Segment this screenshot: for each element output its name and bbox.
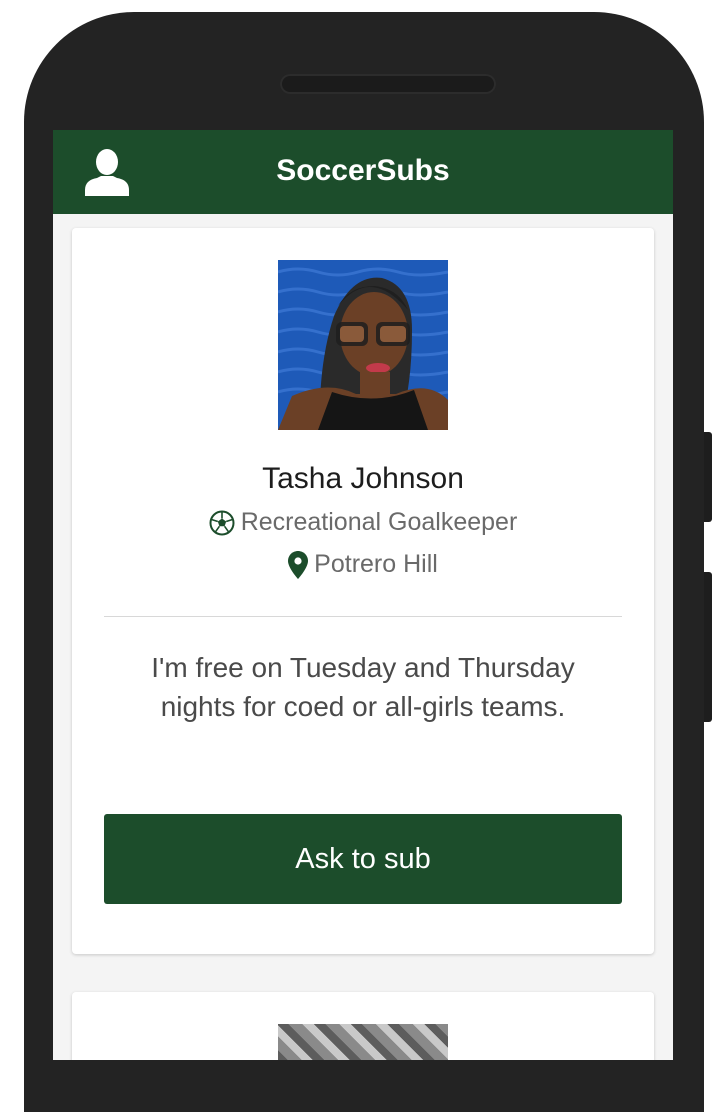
app-screen: SoccerSubs Tasha Johnson Recreational Go…: [53, 130, 673, 1060]
map-pin-icon: [288, 550, 309, 579]
player-level: Recreational Goalkeeper: [240, 508, 518, 536]
player-avatar: [278, 260, 448, 430]
player-location-row: Potrero Hill: [72, 550, 654, 579]
next-player-avatar: [278, 1024, 448, 1060]
phone-side-button-lower: [704, 572, 712, 722]
card-divider: [104, 616, 622, 617]
player-bio: I'm free on Tuesday and Thursday nights …: [151, 652, 575, 722]
phone-speaker: [280, 74, 496, 94]
app-title: SoccerSubs: [276, 154, 450, 187]
player-name: Tasha Johnson: [262, 462, 464, 495]
player-location: Potrero Hill: [314, 550, 438, 578]
ask-to-sub-button[interactable]: Ask to sub: [104, 814, 622, 904]
next-player-card[interactable]: [72, 992, 654, 1060]
phone-side-button-upper: [704, 432, 712, 522]
app-header: SoccerSubs: [53, 130, 673, 214]
player-level-row: Recreational Goalkeeper: [72, 508, 654, 537]
soccer-ball-icon: [209, 510, 235, 535]
player-card: Tasha Johnson Recreational Goalkeeper Po…: [72, 228, 654, 954]
